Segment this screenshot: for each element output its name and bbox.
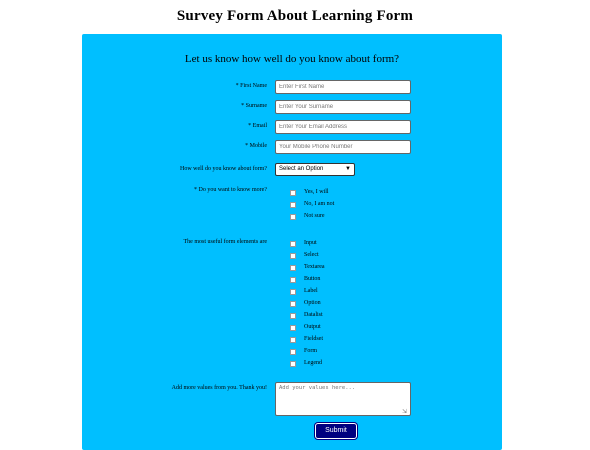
first-name-field[interactable] [275, 80, 411, 94]
option-label: Fieldset [304, 336, 323, 342]
radio-button[interactable] [290, 190, 296, 196]
elements-label: The most useful form elements are [183, 239, 267, 245]
comments-textarea[interactable] [275, 382, 411, 416]
checkbox[interactable] [290, 253, 296, 259]
survey-form-panel: Let us know how well do you know about f… [82, 34, 502, 450]
radio-button[interactable] [290, 202, 296, 208]
email-field[interactable] [275, 120, 411, 134]
surname-field[interactable] [275, 100, 411, 114]
checkbox[interactable] [290, 313, 296, 319]
comments-label: Add more values from you. Thank you! [171, 385, 267, 391]
option-label: Datalist [304, 312, 323, 318]
surname-label: * Surname [241, 103, 267, 109]
chevron-down-icon: ▼ [345, 166, 351, 172]
checkbox[interactable] [290, 289, 296, 295]
option-label: Label [304, 288, 318, 294]
checkbox[interactable] [290, 361, 296, 367]
mobile-field[interactable] [275, 140, 411, 154]
option-label: No, I am not [304, 201, 335, 207]
option-label: Output [304, 324, 321, 330]
checkbox[interactable] [290, 241, 296, 247]
option-label: Not sure [304, 213, 325, 219]
option-label: Option [304, 300, 321, 306]
option-label: Input [304, 240, 317, 246]
option-label: Form [304, 348, 318, 354]
first-name-label: * First Name [235, 83, 267, 89]
radio-button[interactable] [290, 214, 296, 220]
checkbox[interactable] [290, 337, 296, 343]
option-label: Legend [304, 360, 322, 366]
submit-button[interactable]: Submit [315, 423, 357, 439]
checkbox[interactable] [290, 325, 296, 331]
checkbox[interactable] [290, 349, 296, 355]
want-more-label: * Do you want to know more? [194, 187, 267, 193]
page-title: Survey Form About Learning Form [176, 8, 414, 24]
option-label: Textarea [304, 264, 325, 270]
checkbox[interactable] [290, 277, 296, 283]
checkbox[interactable] [290, 265, 296, 271]
knowledge-label: How well do you know about form? [180, 166, 267, 172]
resize-grip-icon[interactable]: ⇲ [402, 408, 407, 415]
knowledge-select-value: Select an Option [279, 166, 324, 172]
form-heading: Let us know how well do you know about f… [184, 53, 400, 65]
email-label: * Email [248, 123, 267, 129]
option-label: Button [304, 276, 321, 282]
knowledge-select[interactable]: Select an Option ▼ [275, 163, 355, 176]
mobile-label: * Mobile [245, 143, 267, 149]
option-label: Yes, I will [304, 189, 329, 195]
option-label: Select [304, 252, 319, 258]
checkbox[interactable] [290, 301, 296, 307]
